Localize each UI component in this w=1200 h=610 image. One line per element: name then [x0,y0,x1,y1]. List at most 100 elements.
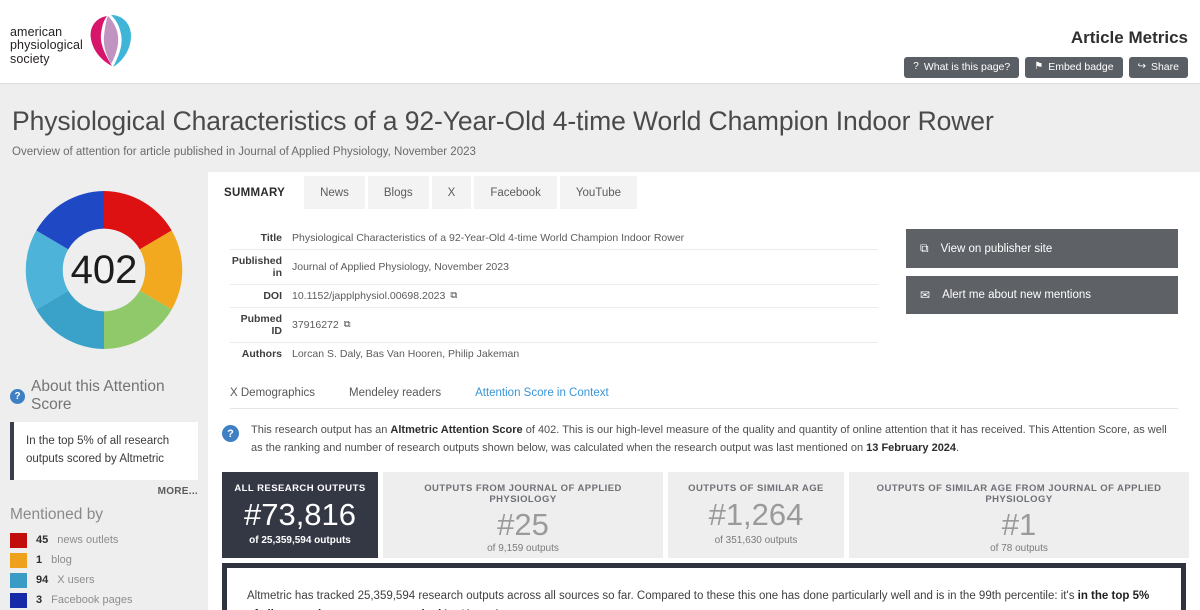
table-row: Title Physiological Characteristics of a… [230,227,878,251]
question-mark-icon: ? [10,388,25,404]
content-panel: SUMMARY News Blogs X Facebook YouTube Ti… [208,172,1200,610]
mentioned-by-list: 45 news outlets 1 blog 94 X users 3 Face… [10,532,198,610]
card-all-research-outputs[interactable]: ALL RESEARCH OUTPUTS #73,816 of 25,359,5… [222,471,378,558]
sidebar: 402 ? About this Attention Score In the … [0,172,208,610]
detail-value-authors: Lorcan S. Daly, Bas Van Hooren, Philip J… [292,347,520,360]
card-rank: #25 [497,506,549,542]
doi-text: 10.1152/japplphysiol.00698.2023 [292,289,446,302]
aps-logo[interactable]: american physiological society [10,12,133,70]
card-title: OUTPUTS OF SIMILAR AGE [688,482,824,494]
detail-value-title: Physiological Characteristics of a 92-Ye… [292,231,685,244]
summary-box: Altmetric has tracked 25,359,594 researc… [222,562,1186,610]
card-outputs-from-journal[interactable]: OUTPUTS FROM JOURNAL OF APPLIED PHYSIOLO… [383,471,663,558]
card-title: OUTPUTS FROM JOURNAL OF APPLIED PHYSIOLO… [424,482,622,505]
share-label: Share [1150,61,1179,73]
card-total: of 9,159 outputs [487,542,559,554]
article-subtitle: Overview of attention for article publis… [12,146,476,159]
share-icon: ↪ [1137,61,1146,72]
card-outputs-of-similar-age[interactable]: OUTPUTS OF SIMILAR AGE #1,264 of 351,630… [668,471,844,558]
sub-tab-bar: X Demographics Mendeley readers Attentio… [230,387,1178,410]
mention-label: X users [57,574,95,587]
tab-facebook[interactable]: Facebook [474,176,557,210]
pubmed-text: 37916272 [292,318,339,331]
color-swatch-blog [10,552,27,568]
list-item[interactable]: 1 blog [10,552,198,568]
card-outputs-similar-age-from-journal[interactable]: OUTPUTS OF SIMILAR AGE FROM JOURNAL OF A… [849,471,1189,558]
card-total: of 351,630 outputs [714,534,798,546]
color-swatch-news [10,532,27,548]
tab-blogs[interactable]: Blogs [367,176,429,210]
list-item[interactable]: 45 news outlets [10,532,198,548]
card-title: ALL RESEARCH OUTPUTS [234,482,366,494]
external-link-icon[interactable]: ⧉ [344,319,351,330]
card-rank: #73,816 [243,497,357,533]
alert-me-label: Alert me about new mentions [942,289,1092,302]
question-mark-icon: ? [222,425,239,443]
tab-summary[interactable]: SUMMARY [208,176,302,210]
info-bold-2: 13 February 2024 [866,442,957,455]
aps-loop-icon [90,15,131,67]
color-swatch-facebook [10,592,27,608]
detail-label-title: Title [260,232,282,245]
list-item[interactable]: 3 Facebook pages [10,592,198,608]
page-title: Article Metrics [1070,28,1188,47]
mention-label: news outlets [57,534,119,547]
table-row: Published in Journal of Applied Physiolo… [230,250,878,286]
detail-label-pubmed-id: Pubmed ID [240,313,282,338]
tab-x[interactable]: X [431,176,472,210]
tab-news[interactable]: News [304,176,365,210]
envelope-icon: ✉ [920,288,931,303]
attention-score-info: ? This research output has an Altmetric … [222,422,1178,458]
details-table: Title Physiological Characteristics of a… [230,227,878,365]
about-attention-score-label: About this Attention Score [31,378,165,414]
what-is-this-page-button[interactable]: ? What is this page? [904,57,1020,78]
detail-value-doi[interactable]: 10.1152/japplphysiol.00698.2023 ⧉ [292,289,457,302]
detail-label-published-in: Published in [231,255,282,280]
embed-badge-label: Embed badge [1048,61,1114,73]
share-button[interactable]: ↪ Share [1128,57,1188,78]
attention-score-callout: In the top 5% of all research outputs sc… [10,422,198,480]
attention-score-value: 402 [70,247,138,292]
detail-label-authors: Authors [241,348,282,361]
detail-value-published-in: Journal of Applied Physiology, November … [292,260,509,273]
tab-youtube[interactable]: YouTube [559,176,638,210]
what-is-this-page-label: What is this page? [923,61,1011,73]
about-attention-score-heading: ? About this Attention Score [10,378,198,414]
embed-badge-button[interactable]: ⚑ Embed badge [1025,57,1123,78]
article-title: Physiological Characteristics of a 92-Ye… [12,106,994,136]
info-part-1: This research output has an [251,424,391,437]
list-item[interactable]: 94 X users [10,572,198,588]
table-row: Pubmed ID 37916272 ⧉ [230,308,878,344]
action-button-group: ⧉ View on publisher site ✉ Alert me abou… [906,227,1178,365]
tab-bar: SUMMARY News Blogs X Facebook YouTube [208,172,1200,210]
logo-line-1: american [10,24,63,39]
subtab-mendeley-readers[interactable]: Mendeley readers [349,387,441,399]
info-part-3: . [956,442,960,455]
more-link[interactable]: MORE... [10,486,198,497]
logo-text: american physiological society [10,24,83,71]
external-link-icon[interactable]: ⧉ [450,290,457,301]
table-row: Authors Lorcan S. Daly, Bas Van Hooren, … [230,343,878,365]
subtab-attention-score-in-context[interactable]: Attention Score in Context [475,387,609,399]
view-publisher-label: View on publisher site [940,242,1053,255]
top-bar: american physiological society Article M… [0,0,1200,84]
main-layout: 402 ? About this Attention Score In the … [0,172,1200,610]
article-header: Physiological Characteristics of a 92-Ye… [0,84,1200,173]
view-on-publisher-site-button[interactable]: ⧉ View on publisher site [906,229,1178,269]
mention-label: blog [51,554,72,567]
info-bold-1: Altmetric Attention Score [390,424,523,437]
mention-label: Facebook pages [51,594,133,607]
tab-strip-filler [640,176,1200,209]
mention-count: 94 [36,574,49,587]
pin-icon: ⚑ [1034,61,1044,72]
question-mark-icon: ? [913,61,919,72]
mentioned-by-heading: Mentioned by [10,505,104,523]
detail-value-pubmed-id[interactable]: 37916272 ⧉ [292,312,351,337]
card-total: of 78 outputs [990,542,1048,554]
logo-line-2: physiological [10,38,83,52]
external-link-icon: ⧉ [920,241,929,256]
alert-me-button[interactable]: ✉ Alert me about new mentions [906,276,1178,315]
mention-count: 45 [36,534,49,547]
subtab-x-demographics[interactable]: X Demographics [230,387,315,399]
altmetric-donut-badge[interactable]: 402 [10,176,198,364]
